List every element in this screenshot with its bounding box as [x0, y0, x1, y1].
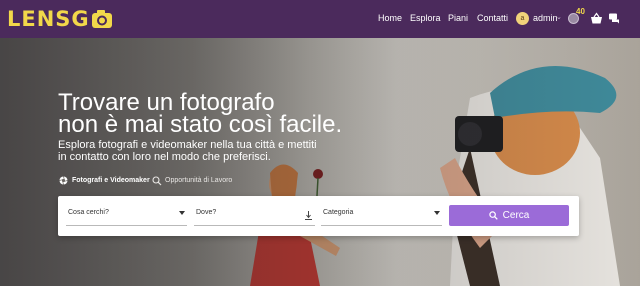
user-menu-name[interactable]: admin	[533, 13, 558, 23]
brand-logo[interactable]: LENSG	[7, 7, 113, 31]
nav-contatti-link[interactable]: Contatti	[477, 13, 508, 23]
category-placeholder: Categoria	[323, 209, 354, 216]
hero-headline-line2: non è mai stato così facile.	[58, 111, 343, 138]
what-search-placeholder: Cosa cerchi?	[68, 209, 109, 216]
location-placeholder: Dove?	[196, 209, 217, 216]
search-icon	[488, 211, 498, 220]
camera-logo-icon	[91, 9, 113, 29]
search-card: Cosa cerchi? Dove? Categoria Cerca	[58, 196, 579, 236]
nav-home-link[interactable]: Home	[378, 13, 402, 23]
hero-subline: Esplora fotografi e videomaker nella tua…	[58, 139, 317, 163]
shopping-basket-icon[interactable]	[590, 12, 603, 25]
top-navbar: LENSG Home Esplora Piani Contatti a admi…	[0, 0, 640, 38]
location-pin-icon[interactable]	[304, 208, 313, 226]
aperture-icon	[59, 176, 68, 185]
search-job-icon	[152, 176, 162, 186]
chevron-down-icon[interactable]: ⌄	[556, 13, 562, 21]
caret-down-icon	[179, 211, 185, 215]
chat-icon[interactable]	[608, 12, 621, 25]
category-dropdown[interactable]: Categoria	[321, 196, 442, 226]
logo-text: LENSG	[7, 7, 90, 31]
search-button-label: Cerca	[502, 210, 530, 221]
tab-job-opportunities[interactable]: Opportunità di Lavoro	[152, 176, 233, 186]
coin-count-badge: 40	[576, 7, 585, 16]
tab-photographers-label: Fotografi e Videomaker	[72, 177, 150, 184]
nav-esplora-link[interactable]: Esplora	[410, 13, 441, 23]
location-input[interactable]: Dove?	[194, 196, 315, 226]
what-search-dropdown[interactable]: Cosa cerchi?	[66, 196, 187, 226]
caret-down-icon	[434, 211, 440, 215]
tab-photographers[interactable]: Fotografi e Videomaker	[59, 176, 150, 185]
search-button[interactable]: Cerca	[449, 205, 569, 226]
user-avatar[interactable]: a	[516, 12, 529, 25]
nav-piani-link[interactable]: Piani	[448, 13, 468, 23]
hero-headline: Trovare un fotografo non è mai stato cos…	[58, 91, 343, 138]
tab-job-opportunities-label: Opportunità di Lavoro	[165, 177, 233, 184]
